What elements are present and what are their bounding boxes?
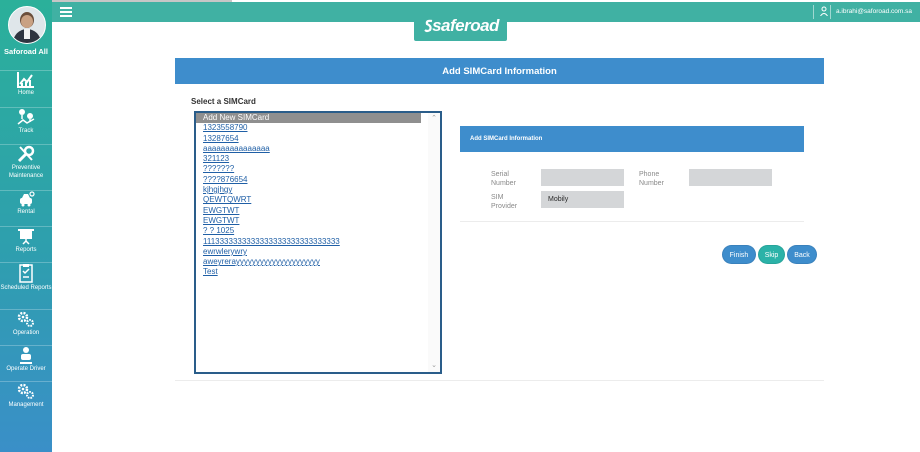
sidebar-item-home[interactable]: Home: [0, 70, 52, 97]
sidebar-item-operation[interactable]: Operation: [0, 309, 52, 337]
simcard-option[interactable]: 1323558790: [196, 123, 421, 133]
phone-number-label: Phone Number: [639, 171, 664, 187]
simcard-option[interactable]: EWGTWT: [196, 216, 421, 226]
sidebar-item-label: Operate Driver: [6, 366, 46, 372]
sidebar-item-label: Home: [17, 90, 34, 96]
simcard-option[interactable]: ewrwlerywry: [196, 247, 421, 257]
serial-number-label: Serial Number: [491, 171, 516, 187]
user-icon[interactable]: [820, 6, 828, 18]
back-button[interactable]: Back: [787, 245, 817, 264]
simcard-option[interactable]: kjhgjhgy: [196, 185, 421, 195]
user-name: Saforoad All: [4, 47, 48, 56]
car-key-icon: [20, 191, 35, 207]
sidebar-item-preventive-maintenance[interactable]: Preventive Maintenance: [0, 144, 52, 180]
select-simcard-label: Select a SIMCard: [191, 97, 256, 106]
simcard-option[interactable]: ????876654: [196, 175, 421, 185]
gears-icon: [17, 383, 34, 399]
track-icon: [17, 109, 35, 125]
hamburger-menu-icon[interactable]: [60, 7, 72, 17]
avatar[interactable]: [8, 6, 46, 44]
user-email[interactable]: a.ibrahi@saforoad.com.sa: [836, 8, 912, 15]
sidebar-item-track[interactable]: Track: [0, 107, 52, 135]
chart-icon: [17, 72, 34, 88]
simcard-options: Add New SIMCard 1323558790 13287654 aaaaaaa…: [196, 113, 440, 278]
gears-icon: [17, 311, 34, 327]
skip-button[interactable]: Skip: [758, 245, 785, 264]
sidebar-item-label: Operation: [12, 330, 40, 336]
clipboard-icon: [19, 264, 33, 283]
simcard-option[interactable]: 1113333333333333333333333333333: [196, 237, 421, 247]
chevron-down-icon[interactable]: ⌄: [430, 362, 438, 370]
simcard-option[interactable]: 13287654: [196, 134, 421, 144]
sidebar-item-scheduled-reports[interactable]: Scheduled Reports: [0, 262, 52, 292]
simcard-option[interactable]: 321123: [196, 154, 421, 164]
simcard-option[interactable]: EWGTWT: [196, 206, 421, 216]
saferoad-logo: saferoad: [414, 11, 507, 41]
serial-number-field[interactable]: [541, 169, 624, 186]
sim-provider-select[interactable]: Mobily: [541, 191, 624, 208]
simcard-option[interactable]: Test: [196, 267, 421, 277]
simcard-option[interactable]: QEWTQWRT: [196, 195, 421, 205]
sidebar-item-rental[interactable]: Rental: [0, 190, 52, 216]
presentation-icon: [18, 229, 34, 245]
sidebar-item-reports[interactable]: Reports: [0, 226, 52, 254]
simcard-option[interactable]: aweyrerayyyyyyyyyyyyyyyyyyyyy: [196, 257, 421, 267]
simcard-option[interactable]: ? ? 1025: [196, 226, 421, 236]
listbox-scrollbar[interactable]: ⌃ ⌄: [428, 113, 440, 372]
simcard-listbox[interactable]: Add New SIMCard 1323558790 13287654 aaaaaaa…: [194, 111, 442, 374]
panel-title: Add SIMCard Information: [460, 126, 804, 152]
sidebar: Saforoad All Home Track Preventive Maint…: [0, 0, 52, 452]
page-title: Add SIMCard Information: [175, 58, 824, 84]
chevron-up-icon[interactable]: ⌃: [430, 115, 438, 123]
phone-number-field[interactable]: [689, 169, 772, 186]
logo-mark-icon: [424, 15, 434, 45]
simcard-option[interactable]: aaaaaaaaaaaaaaa: [196, 144, 421, 154]
sidebar-item-label: Scheduled Reports: [0, 285, 52, 291]
simcard-option[interactable]: ???????: [196, 164, 421, 174]
sidebar-item-label: Rental: [17, 209, 35, 215]
sim-provider-label: SIM Provider: [491, 194, 518, 210]
wrench-icon: [17, 145, 35, 163]
sidebar-item-management[interactable]: Management: [0, 381, 52, 409]
sidebar-item-label: Track: [18, 128, 34, 134]
finish-button[interactable]: Finish: [722, 245, 756, 264]
simcard-option-add-new[interactable]: Add New SIMCard: [196, 113, 421, 124]
sidebar-item-operate-driver[interactable]: Operate Driver: [0, 345, 52, 373]
sidebar-item-label: Reports: [15, 247, 37, 253]
sidebar-item-label: Management: [8, 402, 44, 408]
driver-icon: [20, 347, 32, 364]
sidebar-item-label: Preventive Maintenance: [8, 165, 44, 179]
